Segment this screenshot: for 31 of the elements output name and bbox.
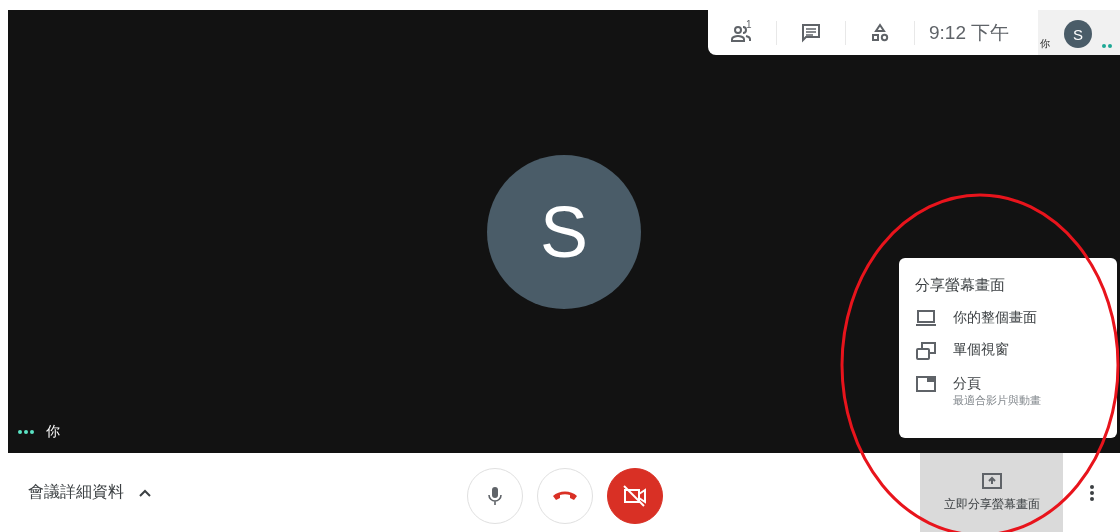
- camera-button[interactable]: [607, 468, 663, 524]
- self-label: 你: [1040, 37, 1050, 51]
- microphone-icon: [488, 486, 502, 506]
- present-icon: [980, 472, 1003, 490]
- laptop-icon: [915, 309, 937, 327]
- more-icon: [1088, 483, 1095, 502]
- participant-name: 你: [46, 423, 60, 441]
- phone-icon: [552, 490, 578, 502]
- people-button[interactable]: 1: [708, 10, 776, 55]
- chat-icon: [801, 22, 821, 43]
- menu-item-hint: 最適合影片與動畫: [953, 393, 1041, 408]
- menu-title: 分享螢幕畫面: [915, 276, 1006, 295]
- meeting-details-button[interactable]: 會議詳細資料: [0, 453, 152, 532]
- menu-item-label: 單個視窗: [953, 341, 1009, 359]
- shapes-icon: [870, 22, 890, 43]
- windows-icon: [915, 341, 937, 361]
- camera-off-icon: [622, 485, 648, 507]
- microphone-button[interactable]: [467, 468, 523, 524]
- hang-up-button[interactable]: [537, 468, 593, 524]
- clock-time: 9:12 下午: [928, 20, 1011, 45]
- menu-item-label: 分頁: [953, 375, 982, 393]
- tab-icon: [915, 375, 937, 393]
- caret-icon: [138, 487, 152, 498]
- self-avatar: S: [1064, 20, 1092, 48]
- present-now-button[interactable]: 立即分享螢幕畫面: [920, 453, 1063, 532]
- menu-item-label: 你的整個畫面: [953, 309, 1037, 327]
- menu-item[interactable]: 分頁 最適合影片與動畫: [915, 375, 1117, 408]
- menu-item[interactable]: 你的整個畫面: [915, 309, 1117, 327]
- self-tile[interactable]: 你 S: [1038, 10, 1120, 55]
- menu-item[interactable]: 單個視窗: [915, 341, 1117, 361]
- participant-avatar: S: [487, 154, 641, 309]
